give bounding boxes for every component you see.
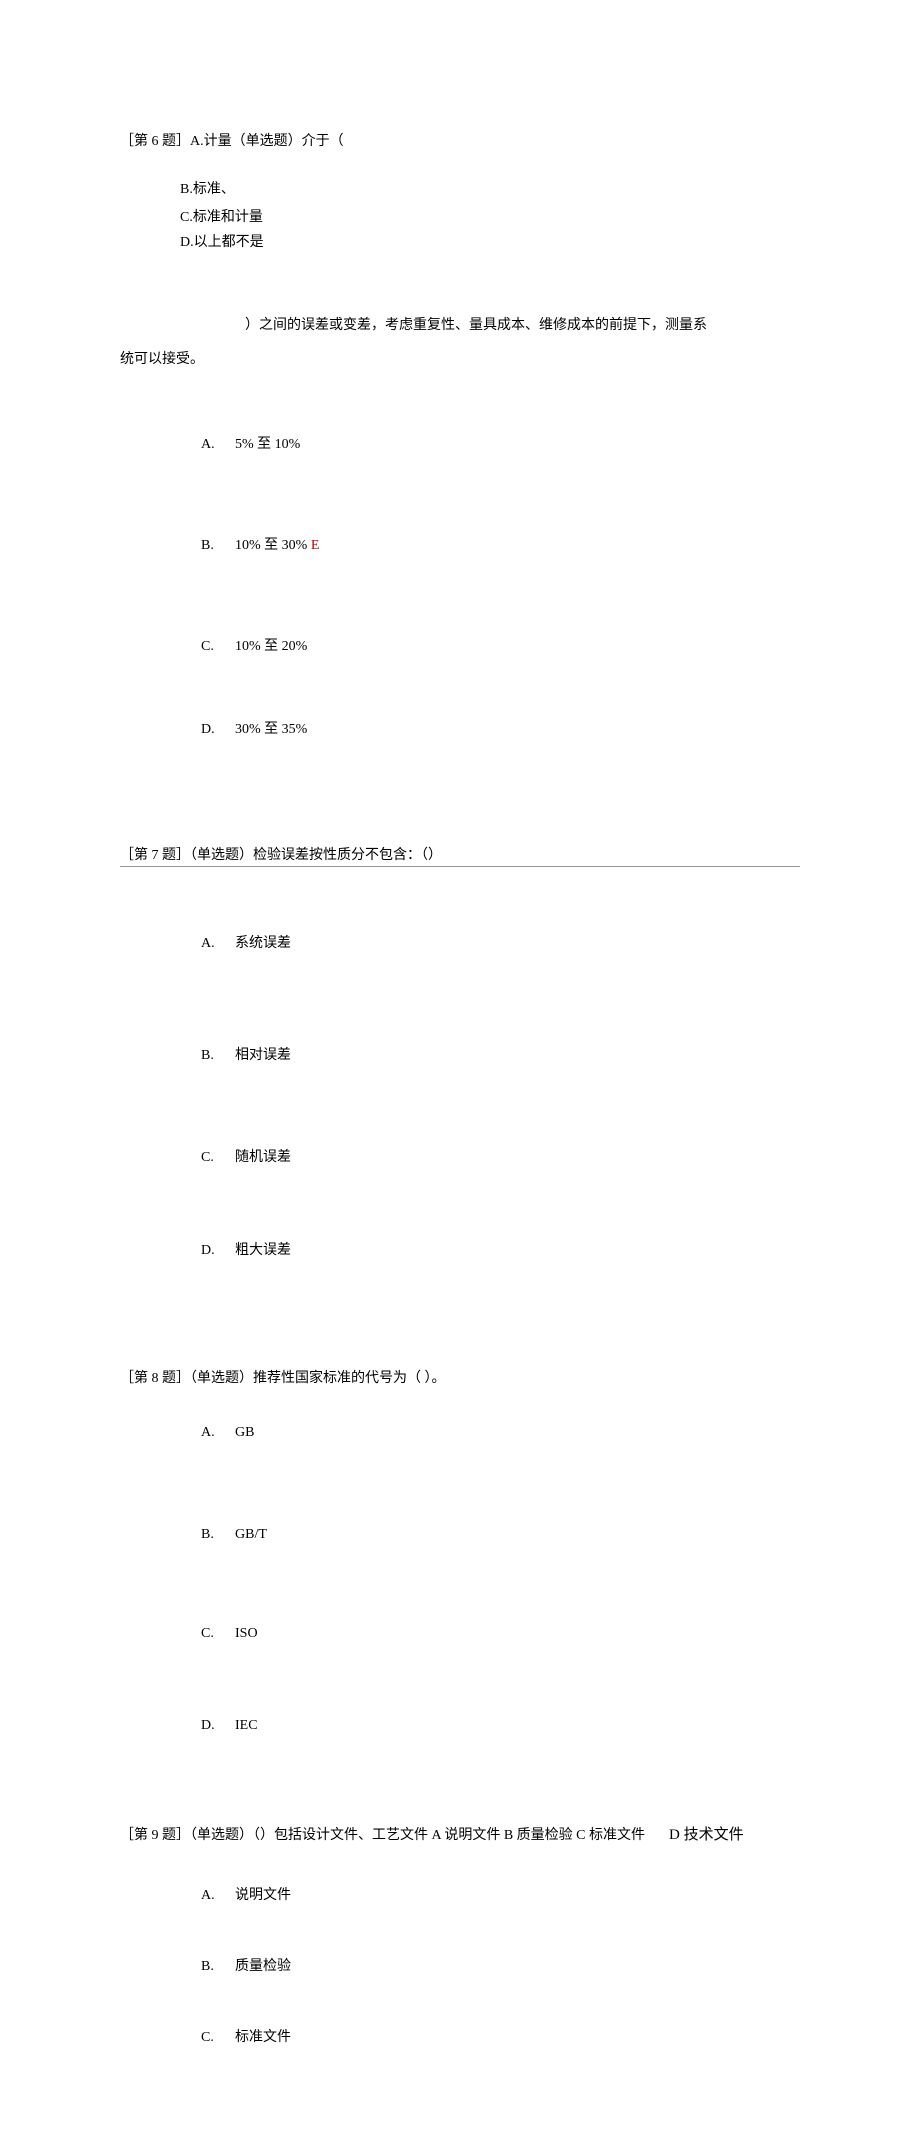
option-label: C.: [201, 1619, 235, 1650]
q7-header: ［第 7 题］（单选题）检验误差按性质分不包含：（）: [120, 844, 800, 867]
option-label: C.: [201, 2026, 235, 2050]
option-text: 说明文件: [235, 1888, 291, 1903]
option-text: 10% 至 20%: [235, 639, 307, 654]
option-label: C.: [201, 630, 235, 664]
option-text: 随机误差: [235, 1150, 291, 1165]
option-label: A.: [201, 1884, 235, 1908]
exam-page: ［第 6 题］A.计量（单选题）介于（ B.标准、 C.标准和计量 D.以上都不…: [0, 0, 920, 2134]
q6-options-bottom: A.5% 至 10% B.10% 至 30% E C.10% 至 20% D.3…: [120, 394, 800, 764]
q7-options: A.系统误差 B.相对误差 C.随机误差 D.粗大误差: [120, 893, 800, 1297]
option-label: D.: [201, 1236, 235, 1267]
q7-opt-a: A.系统误差: [180, 893, 800, 994]
q6b-opt-d: D.30% 至 35%: [180, 697, 800, 764]
option-label: D.: [201, 719, 235, 741]
option-label: A.: [201, 1418, 235, 1449]
option-text: 10% 至 30%: [235, 538, 307, 553]
option-text: 30% 至 35%: [235, 722, 307, 737]
q8-header: ［第 8 题］（单选题）推荐性国家标准的代号为（ ）。: [120, 1367, 800, 1387]
option-label: B.: [201, 1520, 235, 1551]
q6-mid-sentence: ）之间的误差或变差，考虑重复性、量具成本、维修成本的前提下，测量系: [120, 314, 800, 334]
q7-opt-b: B.相对误差: [180, 1006, 800, 1107]
option-text: 系统误差: [235, 936, 291, 951]
option-label: B.: [201, 1039, 235, 1073]
q6b-opt-a: A.5% 至 10%: [180, 394, 800, 495]
q8-opt-a: A.GB: [180, 1387, 800, 1479]
q9-header: ［第 9 题］（单选题）（）包括设计文件、工艺文件 A 说明文件 B 质量检验 …: [120, 1828, 645, 1843]
option-label: A.: [201, 428, 235, 462]
q6-prefix: ［第 6 题］: [120, 134, 190, 149]
q8-options: A.GB B.GB/T C.ISO D.IEC: [120, 1387, 800, 1773]
q9-header-line: ［第 9 题］（单选题）（）包括设计文件、工艺文件 A 说明文件 B 质量检验 …: [120, 1823, 800, 1844]
q6-opt-c: C.标准和计量: [180, 204, 800, 232]
option-text: GB/T: [235, 1527, 267, 1542]
option-text: 5% 至 10%: [235, 437, 300, 452]
option-text: GB: [235, 1425, 254, 1440]
option-label: D.: [201, 1711, 235, 1742]
q6b-opt-b: B.10% 至 30% E: [180, 495, 800, 596]
q9-opt-a: A.说明文件: [180, 1860, 800, 1931]
q8-opt-d: D.IEC: [180, 1680, 800, 1772]
option-label: A.: [201, 927, 235, 961]
q9-opt-b: B.质量检验: [180, 1931, 800, 2002]
q8-opt-c: C.ISO: [180, 1588, 800, 1680]
q9-options: A.说明文件 B.质量检验 C.标准文件: [120, 1860, 800, 2074]
option-text: 粗大误差: [235, 1243, 291, 1258]
q7-opt-c: C.随机误差: [180, 1112, 800, 1204]
option-text: 相对误差: [235, 1048, 291, 1063]
q6b-opt-c: C.10% 至 20%: [180, 596, 800, 697]
q7-opt-d: D.粗大误差: [180, 1205, 800, 1297]
option-text: ISO: [235, 1626, 258, 1641]
option-label: C.: [201, 1143, 235, 1174]
answer-mark: E: [311, 538, 320, 553]
option-text: IEC: [235, 1718, 258, 1733]
q9-opt-c: C.标准文件: [180, 2003, 800, 2074]
option-text: 质量检验: [235, 1959, 291, 1974]
option-label: B.: [201, 1955, 235, 1979]
q6-header-text: A.计量（单选题）介于（: [190, 134, 344, 149]
option-text: 标准文件: [235, 2030, 291, 2045]
q8-opt-b: B.GB/T: [180, 1490, 800, 1582]
q6-header: ［第 6 题］A.计量（单选题）介于（: [120, 130, 800, 150]
q6-tail: 统可以接受。: [120, 348, 800, 368]
q6-options-top: B.标准、 C.标准和计量 D.以上都不是: [120, 176, 800, 254]
q6-opt-d: D.以上都不是: [180, 232, 800, 254]
q9-annotation: D 技术文件: [669, 1823, 744, 1844]
option-label: B.: [201, 529, 235, 563]
q6-opt-b: B.标准、: [180, 176, 800, 204]
